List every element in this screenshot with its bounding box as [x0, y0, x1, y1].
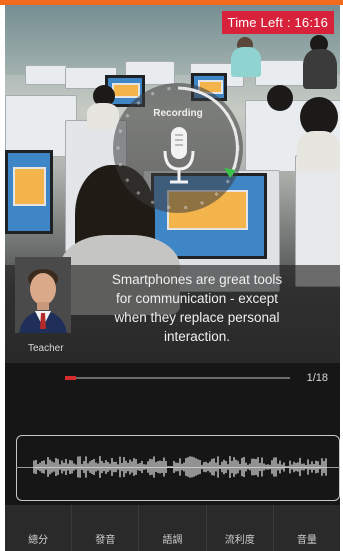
sentence-caption: Smartphones are great tools for communic… — [77, 270, 317, 346]
practice-screen: Time Left : 16:16 Recording Teacher Smar… — [5, 5, 340, 551]
tab-fluency[interactable]: 流利度 — [207, 505, 274, 551]
tab-intonation[interactable]: 語調 — [139, 505, 207, 551]
tab-pronunciation[interactable]: 發音 — [72, 505, 140, 551]
caption-line: for communication - except — [115, 291, 279, 306]
question-counter: 1/18 — [306, 372, 328, 384]
progress-fill — [65, 376, 76, 380]
caption-line: interaction. — [163, 329, 231, 344]
teacher-label: Teacher — [28, 343, 64, 354]
tab-label: 總分 — [28, 535, 49, 546]
tab-label: 發音 — [95, 535, 116, 546]
time-left-badge: Time Left : 16:16 — [221, 11, 334, 34]
progress-track[interactable] — [65, 377, 290, 379]
teacher-avatar — [15, 257, 71, 333]
recording-label: Recording — [153, 108, 203, 119]
tab-label: 語調 — [162, 535, 183, 546]
caption-line: Smartphones are great tools — [111, 272, 283, 287]
tab-label: 流利度 — [224, 535, 255, 546]
tab-total-score[interactable]: 總分 — [5, 505, 73, 551]
microphone-icon — [163, 127, 195, 184]
caption-line: when they replace personal — [114, 310, 280, 325]
audio-waveform — [33, 456, 327, 478]
score-tab-bar: 總分 發音 語調 流利度 音量 — [5, 505, 340, 551]
tab-volume[interactable]: 音量 — [274, 505, 340, 551]
tab-label: 音量 — [296, 535, 317, 546]
